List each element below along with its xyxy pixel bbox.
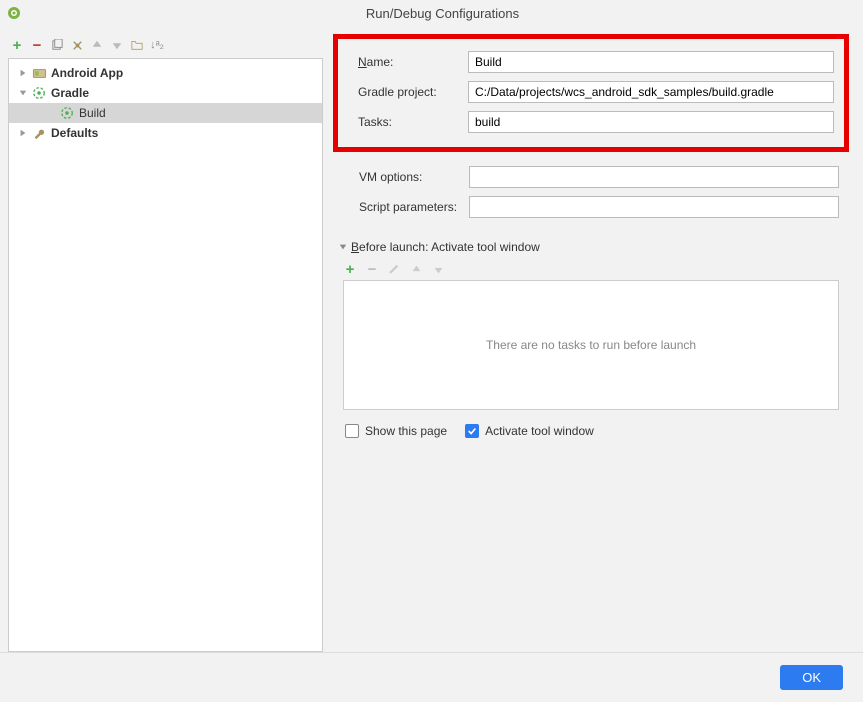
- empty-list-text: There are no tasks to run before launch: [486, 338, 696, 352]
- dialog-footer: OK: [0, 652, 863, 702]
- gradle-icon: [31, 85, 47, 101]
- name-input[interactable]: [468, 51, 834, 73]
- titlebar: Run/Debug Configurations: [0, 0, 863, 26]
- remove-config-icon[interactable]: −: [30, 38, 44, 52]
- activate-tool-window-checkbox[interactable]: Activate tool window: [465, 424, 594, 438]
- chevron-right-icon[interactable]: [17, 127, 29, 139]
- bl-down-icon[interactable]: [431, 262, 445, 276]
- gradle-icon: [59, 105, 75, 121]
- move-down-icon[interactable]: [110, 38, 124, 52]
- show-page-label: Show this page: [365, 424, 447, 438]
- before-launch-list[interactable]: There are no tasks to run before launch: [343, 280, 839, 410]
- vm-options-input[interactable]: [469, 166, 839, 188]
- activate-tool-label: Activate tool window: [485, 424, 594, 438]
- chevron-right-icon[interactable]: [17, 67, 29, 79]
- ok-button[interactable]: OK: [780, 665, 843, 690]
- tree-label: Defaults: [51, 126, 98, 140]
- tree-label: Gradle: [51, 86, 89, 100]
- checkbox-checked-icon: [465, 424, 479, 438]
- tree-item-gradle[interactable]: Gradle: [9, 83, 322, 103]
- before-launch-header[interactable]: Before launch: Activate tool window: [339, 240, 849, 254]
- sort-icon[interactable]: ↓ᵃ₂: [150, 38, 164, 52]
- chevron-down-icon: [339, 243, 347, 251]
- gradle-project-label: Gradle project:: [358, 85, 468, 99]
- config-tree[interactable]: Android App Gradle: [8, 58, 323, 652]
- config-toolbar: + − ↓ᵃ₂: [8, 34, 323, 58]
- bl-edit-icon[interactable]: [387, 262, 401, 276]
- folder-icon[interactable]: [130, 38, 144, 52]
- name-label: Name:: [358, 55, 468, 69]
- script-params-input[interactable]: [469, 196, 839, 218]
- bl-up-icon[interactable]: [409, 262, 423, 276]
- bl-add-icon[interactable]: +: [343, 262, 357, 276]
- tree-item-build[interactable]: Build: [9, 103, 322, 123]
- before-launch-label: Before launch: Activate tool window: [351, 240, 540, 254]
- tasks-label: Tasks:: [358, 115, 468, 129]
- tasks-input[interactable]: [468, 111, 834, 133]
- show-this-page-checkbox[interactable]: Show this page: [345, 424, 447, 438]
- add-config-icon[interactable]: +: [10, 38, 24, 52]
- move-up-icon[interactable]: [90, 38, 104, 52]
- tree-label: Android App: [51, 66, 123, 80]
- gradle-project-input[interactable]: [468, 81, 834, 103]
- tree-item-defaults[interactable]: Defaults: [9, 123, 322, 143]
- tree-item-android-app[interactable]: Android App: [9, 63, 322, 83]
- left-pane: + − ↓ᵃ₂: [8, 34, 323, 652]
- edit-defaults-icon[interactable]: [70, 38, 84, 52]
- chevron-down-icon[interactable]: [17, 87, 29, 99]
- checkbox-empty-icon: [345, 424, 359, 438]
- app-icon: [6, 5, 22, 21]
- android-icon: [31, 65, 47, 81]
- window-title: Run/Debug Configurations: [28, 6, 857, 21]
- before-launch-toolbar: + −: [343, 262, 849, 276]
- wrench-icon: [31, 125, 47, 141]
- tree-label: Build: [79, 106, 106, 120]
- vm-options-label: VM options:: [359, 170, 469, 184]
- script-params-label: Script parameters:: [359, 200, 469, 214]
- right-pane: Name: Gradle project: Tasks: VM options:: [333, 34, 855, 652]
- bl-remove-icon[interactable]: −: [365, 262, 379, 276]
- copy-config-icon[interactable]: [50, 38, 64, 52]
- highlighted-region: Name: Gradle project: Tasks:: [333, 34, 849, 152]
